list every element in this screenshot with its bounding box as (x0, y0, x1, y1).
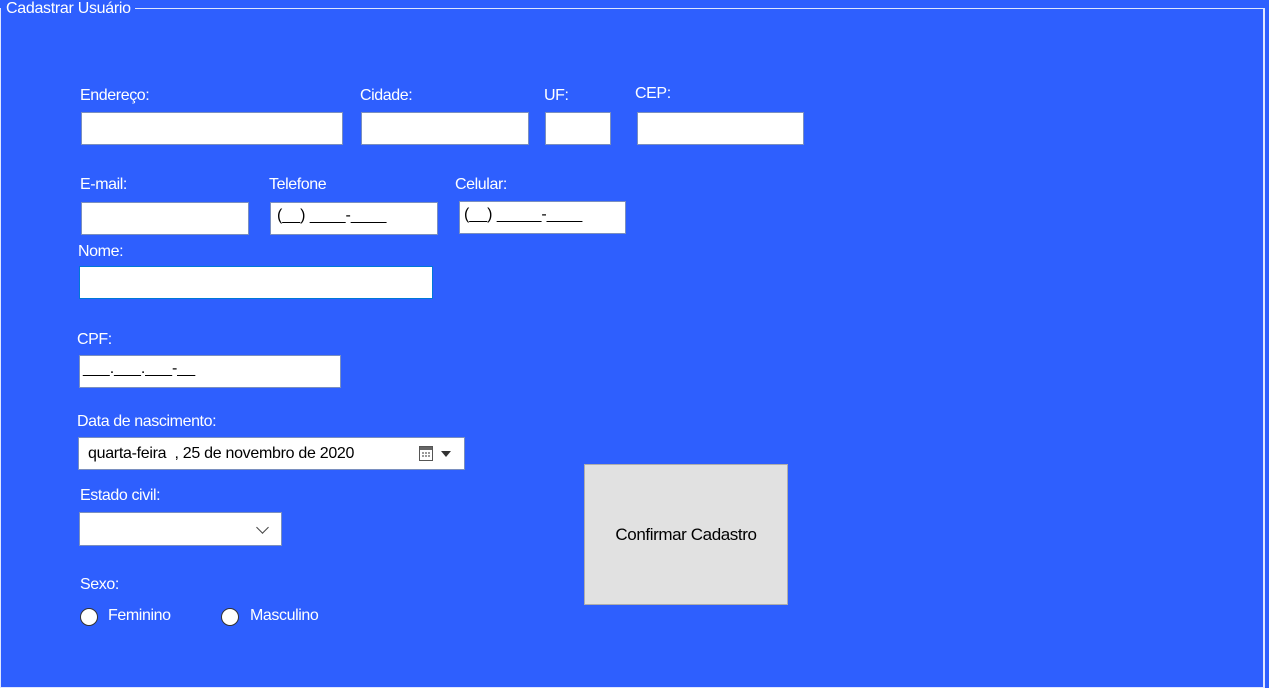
confirm-register-button[interactable]: Confirmar Cadastro (584, 464, 788, 605)
radio-feminino-label[interactable]: Feminino (108, 607, 171, 625)
endereco-label: Endereço: (80, 87, 150, 104)
estado-civil-label: Estado civil: (80, 487, 161, 504)
estado-civil-select[interactable] (79, 512, 282, 546)
nome-label: Nome: (78, 243, 124, 260)
dropdown-arrow-icon[interactable] (441, 451, 451, 457)
radio-masculino[interactable] (221, 608, 239, 626)
celular-label: Celular: (455, 176, 507, 193)
chevron-down-icon[interactable] (256, 521, 269, 534)
telefone-label: Telefone (269, 176, 327, 193)
cep-label: CEP: (635, 85, 671, 102)
calendar-icon[interactable] (419, 446, 433, 461)
data-nascimento-picker[interactable]: quarta-feira , 25 de novembro de 2020 (78, 437, 465, 470)
sexo-label: Sexo: (80, 576, 119, 593)
data-nascimento-value: quarta-feira , 25 de novembro de 2020 (88, 445, 355, 462)
data-nascimento-label: Data de nascimento: (77, 413, 217, 430)
celular-mask: (__) _____-____ (464, 206, 583, 223)
telefone-mask: (__) ____-____ (277, 207, 387, 224)
cidade-label: Cidade: (360, 87, 413, 104)
cep-field[interactable] (637, 112, 804, 145)
celular-field[interactable]: (__) _____-____ (459, 201, 626, 234)
email-label: E-mail: (80, 176, 127, 193)
groupbox-title: Cadastrar Usuário (1, 1, 135, 17)
radio-feminino[interactable] (80, 608, 98, 626)
radio-masculino-label[interactable]: Masculino (250, 607, 319, 625)
nome-field[interactable] (79, 266, 433, 299)
endereco-field[interactable] (81, 112, 343, 145)
telefone-field[interactable]: (__) ____-____ (270, 202, 438, 235)
uf-label: UF: (544, 87, 569, 104)
cpf-label: CPF: (77, 331, 112, 348)
cpf-mask: ___.___.___-__ (83, 360, 196, 377)
email-field[interactable] (81, 202, 249, 235)
cidade-field[interactable] (361, 112, 529, 145)
uf-field[interactable] (545, 112, 611, 145)
cpf-field[interactable]: ___.___.___-__ (79, 355, 341, 388)
